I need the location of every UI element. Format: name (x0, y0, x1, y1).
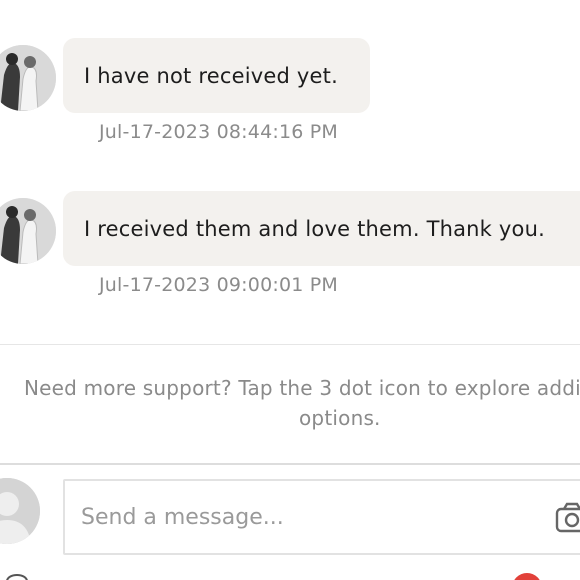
support-note-line1: Need more support? Tap the 3 dot icon to… (24, 376, 580, 400)
sender-avatar[interactable] (0, 45, 56, 111)
avatar-photo-icon (0, 198, 56, 264)
divider (0, 344, 580, 345)
message-bubble[interactable]: I received them and love them. Thank you… (63, 191, 580, 266)
message-timestamp: Jul-17-2023 08:44:16 PM (99, 121, 339, 143)
message-input[interactable] (63, 479, 580, 555)
message-text: I have not received yet. (84, 63, 338, 88)
sender-avatar[interactable] (0, 198, 56, 264)
message-timestamp: Jul-17-2023 09:00:01 PM (99, 274, 339, 296)
chat-screen: I have not received yet. Jul-17-2023 08:… (0, 0, 580, 580)
avatar-photo-icon (0, 45, 56, 111)
message-text: I received them and love them. Thank you… (84, 216, 545, 241)
camera-icon[interactable] (555, 500, 580, 534)
support-note-line2: options. (299, 406, 381, 430)
bottom-toolbar (0, 572, 580, 580)
message-bubble[interactable]: I have not received yet. (63, 38, 370, 113)
